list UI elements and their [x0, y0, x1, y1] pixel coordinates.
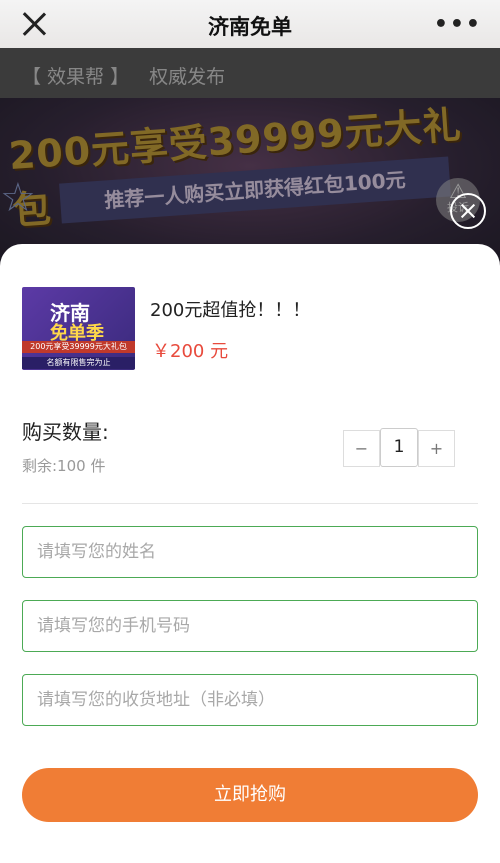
increase-button[interactable]: + [418, 430, 455, 467]
decrease-button[interactable]: − [343, 430, 380, 467]
quantity-value[interactable]: 1 [380, 428, 418, 467]
product-thumbnail: 济南 免单季 200元享受39999元大礼包 名额有限售完为止 [22, 287, 135, 370]
divider [22, 503, 478, 504]
page-title: 济南免单 [208, 15, 292, 39]
modal-close-icon[interactable] [450, 193, 486, 229]
stock-remaining: 剩余:100 件 [22, 457, 106, 475]
modal-backdrop[interactable] [0, 48, 500, 268]
address-field[interactable] [22, 674, 478, 726]
nav-bar: 济南免单 ••• [0, 0, 500, 48]
product-name: 200元超值抢！！！ [150, 300, 311, 321]
quantity-stepper: − + 1 [343, 428, 455, 467]
phone-field[interactable] [22, 600, 478, 652]
thumb-footer: 名额有限售完为止 [22, 357, 135, 369]
product-price: ￥200 元 [152, 341, 229, 362]
more-icon[interactable]: ••• [434, 12, 482, 37]
thumb-strip: 200元享受39999元大礼包 [22, 341, 135, 353]
quantity-label: 购买数量: [22, 420, 109, 444]
name-field[interactable] [22, 526, 478, 578]
buy-now-button[interactable]: 立即抢购 [22, 768, 478, 822]
